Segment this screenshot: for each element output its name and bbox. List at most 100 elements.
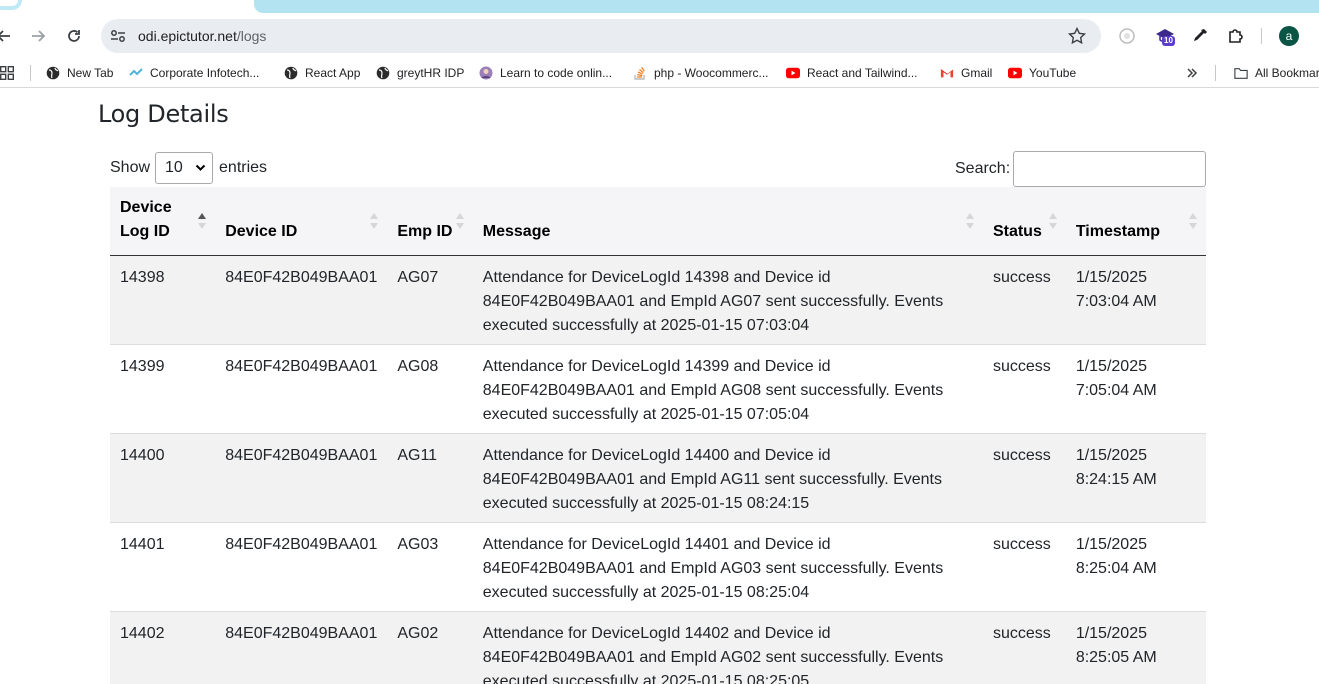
globe-icon (284, 66, 298, 80)
cell-device-log-id: 14399 (110, 344, 216, 434)
chevron-double-right-icon (1187, 68, 1198, 78)
avatar-icon (479, 66, 493, 80)
bookmark-label: Corporate Infotech... (150, 66, 260, 80)
bookmark-label: greytHR IDP (397, 66, 465, 80)
cell-timestamp: 1/15/2025 8:25:05 AM (1065, 611, 1206, 684)
globe-icon (46, 66, 60, 80)
table-row: 14402 84E0F42B049BAA01 AG02 Attendance f… (110, 611, 1206, 684)
back-button[interactable] (0, 22, 18, 50)
corporate-icon (129, 66, 143, 80)
toolbar-divider (1261, 28, 1262, 44)
sort-icon (1189, 213, 1197, 229)
timestamp-date: 1/15/2025 (1075, 268, 1147, 286)
search-input[interactable] (1013, 151, 1207, 187)
header-emp-id[interactable]: Emp ID (387, 187, 473, 256)
sort-icon (1048, 213, 1057, 229)
url-host: odi.epictutor.net (138, 28, 237, 44)
globe-icon (376, 66, 390, 80)
table-header-row: Device Log ID Device ID Emp ID Message S… (110, 187, 1206, 256)
cell-status: success (982, 433, 1066, 523)
sort-icon (370, 213, 379, 229)
bookmark-greythr-idp[interactable]: greytHR IDP (376, 65, 464, 81)
table-row: 14400 84E0F42B049BAA01 AG11 Attendance f… (110, 433, 1206, 523)
cell-emp-id: AG07 (387, 255, 473, 345)
cell-status: success (982, 522, 1066, 612)
cell-message: Attendance for DeviceLogId 14399 and Dev… (472, 344, 983, 434)
header-label: Timestamp (1075, 222, 1160, 240)
profile-avatar[interactable]: a (1279, 26, 1299, 46)
sort-ascending-icon (198, 213, 207, 229)
reload-button[interactable] (60, 22, 88, 50)
all-bookmarks-label: All Bookmar (1255, 66, 1319, 80)
apps-button[interactable] (0, 65, 14, 81)
bookmark-learn-to-code[interactable]: Learn to code onlin... (479, 65, 612, 81)
bookmark-react-app[interactable]: React App (284, 65, 360, 81)
header-label: Emp ID (397, 222, 453, 240)
bookmarks-divider (1215, 65, 1216, 81)
cell-status: success (982, 344, 1066, 434)
timestamp-time: 8:25:05 AM (1075, 648, 1157, 666)
bookmark-react-tailwind[interactable]: React and Tailwind... (786, 65, 918, 81)
bookmark-label: Gmail (961, 66, 993, 80)
timestamp-time: 7:03:04 AM (1075, 292, 1157, 310)
cell-emp-id: AG11 (387, 433, 473, 523)
all-bookmarks-button[interactable]: All Bookmar (1234, 65, 1319, 81)
header-message[interactable]: Message (472, 187, 983, 256)
header-device-log-id[interactable]: Device Log ID (110, 187, 216, 256)
cell-device-id: 84E0F42B049BAA01 (215, 255, 388, 345)
timestamp-date: 1/15/2025 (1075, 624, 1147, 642)
extension-button[interactable] (1188, 24, 1212, 48)
bookmark-corporate-infotech[interactable]: Corporate Infotech... (129, 65, 259, 81)
bookmark-php-woocommerce[interactable]: php - Woocommerc... (633, 65, 768, 81)
active-tab[interactable] (254, 0, 1319, 13)
extensions-menu-button[interactable] (1224, 24, 1248, 48)
cell-message: Attendance for DeviceLogId 14398 and Dev… (472, 255, 983, 345)
page-title: Log Details (98, 100, 229, 128)
arrow-left-icon (0, 30, 10, 42)
entries-per-page-value: 10 (165, 159, 183, 176)
bookmark-label: php - Woocommerc... (654, 66, 769, 80)
bookmark-star-icon[interactable] (1067, 26, 1087, 46)
bookmark-new-tab[interactable]: New Tab (46, 65, 113, 81)
forward-button[interactable] (24, 22, 52, 50)
header-device-id[interactable]: Device ID (215, 187, 388, 256)
bookmarks-divider (30, 65, 31, 81)
more-bookmarks-button[interactable] (1186, 65, 1198, 81)
reload-icon (68, 30, 80, 42)
puzzle-icon (1229, 29, 1243, 43)
timestamp-time: 8:25:04 AM (1075, 559, 1157, 577)
stackoverflow-icon (633, 66, 647, 80)
cell-status: success (982, 255, 1066, 345)
bookmark-label: YouTube (1029, 66, 1077, 80)
cell-timestamp: 1/15/2025 7:03:04 AM (1065, 255, 1206, 345)
address-bar[interactable]: odi.epictutor.net/logs (101, 19, 1101, 53)
search-control: Search: (955, 151, 1207, 187)
cell-device-log-id: 14402 (110, 611, 216, 684)
site-settings-icon[interactable] (109, 27, 127, 45)
table-row: 14398 84E0F42B049BAA01 AG07 Attendance f… (110, 255, 1206, 345)
cell-device-log-id: 14400 (110, 433, 216, 523)
timestamp-date: 1/15/2025 (1075, 357, 1147, 375)
header-label: Status (992, 222, 1042, 240)
chevron-down-icon (195, 164, 206, 171)
gmail-icon (940, 66, 954, 80)
table-row: 14401 84E0F42B049BAA01 AG03 Attendance f… (110, 522, 1206, 612)
cell-emp-id: AG08 (387, 344, 473, 434)
bookmark-gmail[interactable]: Gmail (940, 65, 992, 81)
extension-button[interactable]: 10 (1153, 24, 1177, 48)
extension-badge: 10 (1162, 36, 1175, 46)
browser-toolbar: odi.epictutor.net/logs 10 a (0, 14, 1319, 58)
cell-device-id: 84E0F42B049BAA01 (215, 344, 388, 434)
extension-button[interactable] (1115, 24, 1139, 48)
header-status[interactable]: Status (982, 187, 1066, 256)
sort-icon (455, 213, 464, 229)
cell-device-id: 84E0F42B049BAA01 (215, 522, 388, 612)
bookmark-youtube[interactable]: YouTube (1008, 65, 1076, 81)
header-label: Device Log ID (120, 198, 172, 240)
header-timestamp[interactable]: Timestamp (1065, 187, 1206, 256)
entries-per-page-select[interactable]: 10 (155, 152, 214, 184)
logs-table: Device Log ID Device ID Emp ID Message S… (110, 187, 1206, 684)
cell-timestamp: 1/15/2025 7:05:04 AM (1065, 344, 1206, 434)
header-label: Message (482, 222, 551, 240)
url-text[interactable]: odi.epictutor.net/logs (138, 28, 266, 44)
